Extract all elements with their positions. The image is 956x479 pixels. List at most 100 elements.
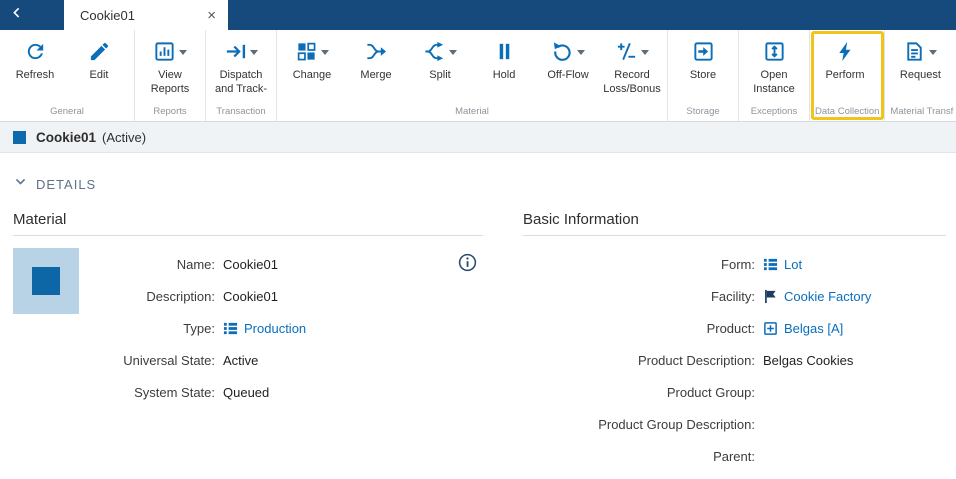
type-link[interactable]: Production	[223, 321, 306, 336]
field-label: Facility:	[523, 289, 755, 304]
flag-icon	[763, 289, 778, 304]
list-icon	[223, 321, 238, 336]
merge-button[interactable]: Merge	[344, 33, 408, 83]
details-section-toggle[interactable]: DETAILS	[14, 175, 134, 193]
field-label: Name:	[93, 257, 215, 272]
button-label: Open Instance	[742, 69, 806, 97]
field-row-facility: Facility: Cookie Factory	[523, 280, 946, 312]
field-value: Production	[244, 321, 306, 336]
toolbar-group-material-transfer: Request Material Transf	[885, 30, 956, 121]
field-row-description: Description: Cookie01	[93, 280, 483, 312]
store-button[interactable]: Store	[671, 33, 735, 83]
field-value: Belgas Cookies	[763, 353, 853, 368]
field-label: Form:	[523, 257, 755, 272]
tab-title: Cookie01	[80, 8, 203, 23]
entity-title: Cookie01	[36, 130, 96, 145]
change-button[interactable]: Change	[280, 33, 344, 83]
split-button[interactable]: Split	[408, 33, 472, 83]
chevron-down-icon	[250, 50, 258, 55]
view-reports-button[interactable]: View Reports	[138, 33, 202, 97]
refresh-icon	[24, 40, 47, 63]
form-link[interactable]: Lot	[763, 257, 802, 272]
material-thumbnail	[13, 248, 79, 314]
entity-header: Cookie01 (Active)	[0, 122, 956, 153]
facility-link[interactable]: Cookie Factory	[763, 289, 871, 304]
button-label: Edit	[90, 69, 109, 83]
back-button[interactable]	[0, 0, 34, 30]
button-label: Hold	[493, 69, 516, 83]
app-window: Cookie01 × Refresh Edit Gen	[0, 0, 956, 472]
button-label: View Reports	[138, 69, 202, 97]
group-label-storage: Storage	[671, 104, 735, 121]
edit-icon	[88, 40, 111, 63]
group-label-exceptions: Exceptions	[742, 104, 806, 121]
chevron-down-icon	[641, 50, 649, 55]
chevron-left-icon	[9, 5, 25, 26]
basic-information-heading: Basic Information	[523, 211, 946, 236]
close-icon[interactable]: ×	[203, 6, 220, 25]
field-row-parent: Parent:	[523, 440, 946, 472]
field-row-product-description: Product Description: Belgas Cookies	[523, 344, 946, 376]
toolbar-group-exceptions: Open Instance Exceptions	[739, 30, 810, 121]
refresh-button[interactable]: Refresh	[3, 33, 67, 83]
bar-chart-icon	[153, 40, 176, 63]
merge-icon	[365, 40, 388, 63]
field-label: Universal State:	[93, 353, 215, 368]
product-icon	[763, 321, 778, 336]
entity-status: (Active)	[102, 130, 146, 145]
group-label-general: General	[3, 104, 131, 121]
off-flow-icon	[551, 40, 574, 63]
field-label: Product Group Description:	[523, 417, 755, 432]
details-section-label: DETAILS	[36, 177, 96, 192]
button-label: Dispatch and Track-	[209, 69, 273, 97]
field-row-form: Form: Lot	[523, 248, 946, 280]
product-link[interactable]: Belgas [A]	[763, 321, 843, 336]
chevron-down-icon	[577, 50, 585, 55]
info-button[interactable]	[458, 253, 477, 275]
button-label: Refresh	[16, 69, 55, 83]
field-row-type: Type: Production	[93, 312, 483, 344]
list-icon	[763, 257, 778, 272]
button-label: Merge	[360, 69, 391, 83]
group-label-transaction: Transaction	[209, 104, 273, 121]
hold-icon	[493, 40, 516, 63]
field-row-product-group: Product Group:	[523, 376, 946, 408]
chevron-down-icon	[321, 50, 329, 55]
field-value: Cookie01	[223, 289, 278, 304]
material-panel: Material Name: Cookie01	[13, 211, 483, 472]
group-label-data-collection: Data Collection	[813, 104, 881, 121]
field-value: Cookie01	[223, 257, 278, 272]
group-label-reports: Reports	[138, 104, 202, 121]
field-value: Active	[223, 353, 258, 368]
record-loss-bonus-button[interactable]: Record Loss/Bonus	[600, 33, 664, 97]
field-row-product: Product: Belgas [A]	[523, 312, 946, 344]
ribbon-toolbar: Refresh Edit General View Reports	[0, 30, 956, 122]
off-flow-button[interactable]: Off-Flow	[536, 33, 600, 83]
tab-cookie01[interactable]: Cookie01 ×	[64, 0, 228, 30]
chevron-down-icon	[179, 50, 187, 55]
plus-minus-icon	[615, 40, 638, 63]
request-icon	[903, 40, 926, 63]
open-instance-button[interactable]: Open Instance	[742, 33, 806, 97]
field-value: Lot	[784, 257, 802, 272]
field-label: Parent:	[523, 449, 755, 464]
open-instance-icon	[763, 40, 786, 63]
field-row-name: Name: Cookie01	[93, 248, 483, 280]
edit-button[interactable]: Edit	[67, 33, 131, 83]
request-button[interactable]: Request	[888, 33, 952, 83]
button-label: Change	[293, 69, 332, 83]
toolbar-group-storage: Store Storage	[668, 30, 739, 121]
button-label: Record Loss/Bonus	[600, 69, 664, 97]
button-label: Off-Flow	[547, 69, 588, 83]
chevron-down-icon	[14, 175, 27, 193]
hold-button[interactable]: Hold	[472, 33, 536, 83]
basic-information-panel: Basic Information Form: Lot Facility:	[523, 211, 946, 472]
dispatch-and-track-button[interactable]: Dispatch and Track-	[209, 33, 273, 97]
chevron-down-icon	[929, 50, 937, 55]
toolbar-group-data-collection: Perform Data Collection	[810, 30, 885, 121]
perform-button[interactable]: Perform	[813, 33, 877, 83]
info-icon	[458, 253, 477, 275]
field-row-universal-state: Universal State: Active	[93, 344, 483, 376]
button-label: Perform	[825, 69, 864, 83]
material-heading: Material	[13, 211, 483, 236]
